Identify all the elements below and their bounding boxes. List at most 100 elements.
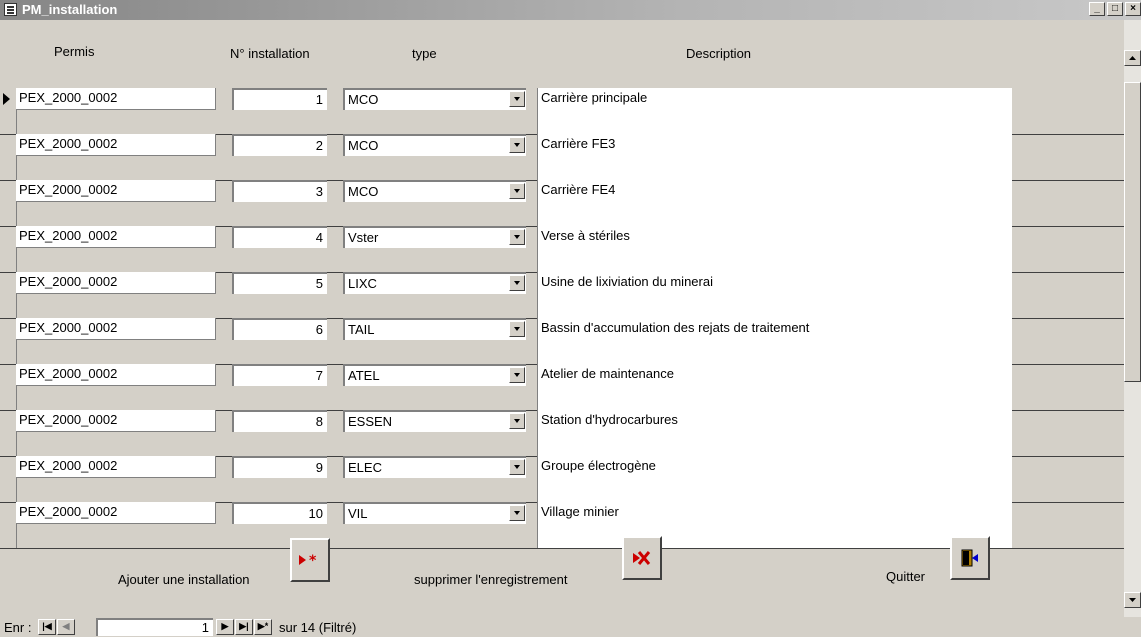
- table-row: PEX_2000_0002 5 LIXC Usine de lixiviation d…: [0, 272, 1124, 319]
- window-title: PM_installation: [22, 2, 118, 17]
- description-field[interactable]: Carrière FE3: [537, 134, 1012, 180]
- scroll-up-button[interactable]: [1124, 50, 1141, 66]
- current-record-field[interactable]: 1: [96, 618, 213, 636]
- delete-record-button[interactable]: [622, 536, 662, 580]
- scroll-thumb[interactable]: [1124, 82, 1141, 382]
- add-label: Ajouter une installation: [118, 572, 250, 587]
- table-row: PEX_2000_0002 1 MCO Carrière principale: [0, 88, 1124, 135]
- table-row: PEX_2000_0002 4 Vster Verse à stériles: [0, 226, 1124, 273]
- record-selector[interactable]: [0, 502, 17, 548]
- vertical-scrollbar[interactable]: [1124, 20, 1141, 617]
- close-button[interactable]: ×: [1125, 2, 1141, 16]
- chevron-down-icon[interactable]: [509, 459, 525, 475]
- first-record-button[interactable]: |◀: [38, 619, 56, 635]
- permis-field[interactable]: PEX_2000_0002: [16, 410, 216, 432]
- type-combobox[interactable]: ATEL: [343, 364, 526, 386]
- record-selector[interactable]: [0, 318, 17, 364]
- maximize-button[interactable]: □: [1107, 2, 1123, 16]
- new-record-nav-button[interactable]: ▶*: [254, 619, 272, 635]
- header-permis: Permis: [54, 44, 95, 59]
- type-combobox[interactable]: Vster: [343, 226, 526, 248]
- add-record-button[interactable]: *: [290, 538, 330, 582]
- installation-number-field[interactable]: 3: [232, 180, 327, 202]
- description-field[interactable]: Village minier: [537, 502, 1012, 548]
- permis-field[interactable]: PEX_2000_0002: [16, 502, 216, 524]
- description-field[interactable]: Atelier de maintenance: [537, 364, 1012, 410]
- header-type: type: [412, 46, 437, 61]
- record-selector[interactable]: [0, 180, 17, 226]
- installation-number-field[interactable]: 4: [232, 226, 327, 248]
- description-field[interactable]: Carrière principale: [537, 88, 1012, 134]
- type-combobox[interactable]: ESSEN: [343, 410, 526, 432]
- previous-record-button[interactable]: ◀: [57, 619, 75, 635]
- type-value: TAIL: [348, 322, 375, 337]
- next-record-button[interactable]: ▶: [216, 619, 234, 635]
- last-record-button[interactable]: ▶|: [235, 619, 253, 635]
- permis-field[interactable]: PEX_2000_0002: [16, 226, 216, 248]
- installation-number-field[interactable]: 9: [232, 456, 327, 478]
- arrow-up-icon: [1129, 56, 1136, 60]
- description-field[interactable]: Carrière FE4: [537, 180, 1012, 226]
- permis-field[interactable]: PEX_2000_0002: [16, 272, 216, 294]
- record-label: Enr :: [4, 620, 32, 635]
- table-row: PEX_2000_0002 7 ATEL Atelier de maintenance: [0, 364, 1124, 411]
- permis-field[interactable]: PEX_2000_0002: [16, 180, 216, 202]
- arrow-down-icon: [1129, 598, 1136, 602]
- chevron-down-icon[interactable]: [509, 137, 525, 153]
- permis-field[interactable]: PEX_2000_0002: [16, 88, 216, 110]
- chevron-down-icon[interactable]: [509, 183, 525, 199]
- record-selector[interactable]: [0, 410, 17, 456]
- table-row: PEX_2000_0002 2 MCO Carrière FE3: [0, 134, 1124, 181]
- record-count: sur 14 (Filtré): [279, 620, 357, 635]
- scroll-down-button[interactable]: [1124, 592, 1141, 608]
- record-selector[interactable]: [0, 134, 17, 180]
- record-selector[interactable]: [0, 456, 17, 502]
- description-field[interactable]: Usine de lixiviation du minerai: [537, 272, 1012, 318]
- type-combobox[interactable]: MCO: [343, 88, 526, 110]
- installation-number-field[interactable]: 7: [232, 364, 327, 386]
- record-selector[interactable]: [0, 364, 17, 410]
- installation-number-field[interactable]: 10: [232, 502, 327, 524]
- table-row: PEX_2000_0002 9 ELEC Groupe électrogène: [0, 456, 1124, 503]
- installation-number-field[interactable]: 8: [232, 410, 327, 432]
- type-combobox[interactable]: MCO: [343, 134, 526, 156]
- exit-door-icon: [961, 549, 978, 567]
- header-num: N° installation: [230, 46, 310, 61]
- description-field[interactable]: Station d'hydrocarbures: [537, 410, 1012, 456]
- chevron-down-icon[interactable]: [509, 229, 525, 245]
- chevron-down-icon[interactable]: [509, 91, 525, 107]
- minimize-button[interactable]: _: [1089, 2, 1105, 16]
- type-combobox[interactable]: VIL: [343, 502, 526, 524]
- chevron-down-icon[interactable]: [509, 321, 525, 337]
- installation-number-field[interactable]: 1: [232, 88, 327, 110]
- type-value: ESSEN: [348, 414, 393, 429]
- description-field[interactable]: Bassin d'accumulation des rejats de trai…: [537, 318, 1012, 364]
- permis-field[interactable]: PEX_2000_0002: [16, 318, 216, 340]
- installation-number-field[interactable]: 2: [232, 134, 327, 156]
- type-combobox[interactable]: ELEC: [343, 456, 526, 478]
- permis-field[interactable]: PEX_2000_0002: [16, 456, 216, 478]
- record-selector[interactable]: [0, 88, 17, 134]
- table-row: PEX_2000_0002 6 TAIL Bassin d'accumulation …: [0, 318, 1124, 365]
- permis-field[interactable]: PEX_2000_0002: [16, 364, 216, 386]
- chevron-down-icon[interactable]: [509, 367, 525, 383]
- description-field[interactable]: Groupe électrogène: [537, 456, 1012, 502]
- installation-number-field[interactable]: 5: [232, 272, 327, 294]
- record-selector[interactable]: [0, 226, 17, 272]
- type-combobox[interactable]: MCO: [343, 180, 526, 202]
- type-value: ATEL: [348, 368, 380, 383]
- installation-number-field[interactable]: 6: [232, 318, 327, 340]
- description-field[interactable]: Verse à stériles: [537, 226, 1012, 272]
- form-body: Permis N° installation type Description …: [0, 20, 1124, 617]
- permis-field[interactable]: PEX_2000_0002: [16, 134, 216, 156]
- quit-button[interactable]: [950, 536, 990, 580]
- type-value: MCO: [348, 138, 379, 153]
- type-combobox[interactable]: LIXC: [343, 272, 526, 294]
- chevron-down-icon[interactable]: [509, 275, 525, 291]
- form-icon[interactable]: [4, 3, 17, 16]
- type-combobox[interactable]: TAIL: [343, 318, 526, 340]
- chevron-down-icon[interactable]: [509, 413, 525, 429]
- new-record-icon: *: [299, 553, 317, 568]
- chevron-down-icon[interactable]: [509, 505, 525, 521]
- record-selector[interactable]: [0, 272, 17, 318]
